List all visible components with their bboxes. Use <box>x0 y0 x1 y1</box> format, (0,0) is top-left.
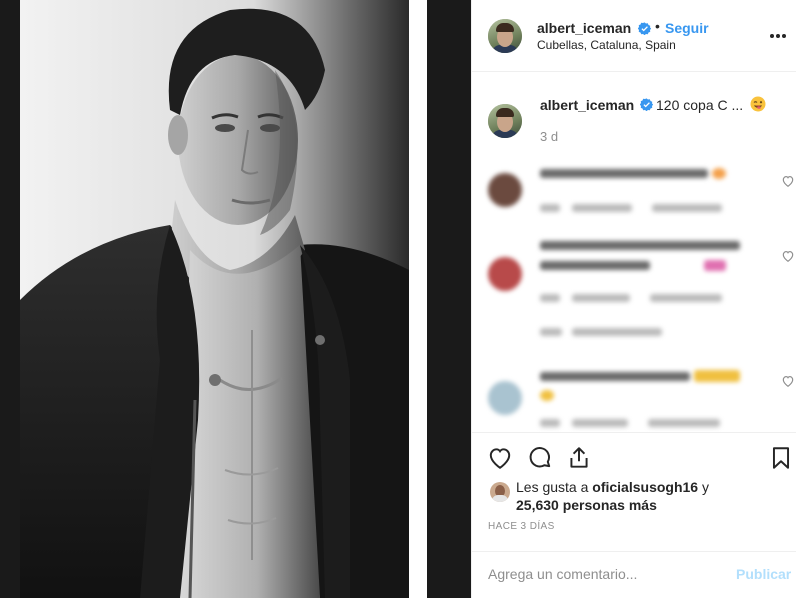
publish-button[interactable]: Publicar <box>736 566 791 582</box>
comment-like-heart-icon[interactable] <box>781 374 795 388</box>
likes-count[interactable]: 25,630 personas más <box>516 497 657 513</box>
share-icon[interactable] <box>566 445 592 471</box>
liker-avatar[interactable] <box>490 482 510 502</box>
verified-badge-icon <box>638 22 651 35</box>
likes-suffix: y <box>698 479 709 495</box>
caption-timestamp[interactable]: 3 d <box>540 129 558 144</box>
header-separator: • <box>655 18 660 34</box>
instagram-post-view: albert_iceman • Seguir Cubellas, Catalun… <box>0 0 796 598</box>
follow-button[interactable]: Seguir <box>665 20 709 36</box>
post-details-panel: albert_iceman • Seguir Cubellas, Catalun… <box>471 0 796 598</box>
likes-prefix: Les gusta a <box>516 479 593 495</box>
verified-badge-icon <box>640 98 653 111</box>
post-date[interactable]: HACE 3 DÍAS <box>488 521 555 532</box>
bookmark-icon[interactable] <box>768 445 794 471</box>
liker-username[interactable]: oficialsusogh16 <box>592 479 698 495</box>
post-photo-image <box>20 0 409 598</box>
author-avatar[interactable] <box>488 19 522 53</box>
overlay-backdrop-left[interactable] <box>0 0 20 598</box>
more-options-icon[interactable] <box>768 26 788 46</box>
caption-text: 120 copa C ... <box>656 97 744 113</box>
comment-input[interactable] <box>488 564 718 584</box>
overlay-backdrop-right[interactable] <box>427 0 471 598</box>
comment-icon[interactable] <box>527 445 553 471</box>
comment-like-heart-icon[interactable] <box>781 249 795 263</box>
post-header: albert_iceman • Seguir Cubellas, Catalun… <box>472 0 796 72</box>
caption-author-username[interactable]: albert_iceman <box>540 97 634 113</box>
comments-list[interactable] <box>472 155 796 445</box>
blurred-comments <box>472 155 796 445</box>
overlay-gap <box>409 0 427 598</box>
caption-author-avatar[interactable] <box>488 104 522 138</box>
winking-face-emoji <box>750 96 766 112</box>
likes-summary: Les gusta a oficialsusogh16 y <box>516 479 709 495</box>
author-username[interactable]: albert_iceman <box>537 20 631 36</box>
post-location[interactable]: Cubellas, Cataluna, Spain <box>537 38 676 52</box>
post-photo[interactable] <box>20 0 409 598</box>
heart-icon[interactable] <box>487 445 513 471</box>
post-actions <box>472 432 796 476</box>
comment-like-heart-icon[interactable] <box>781 174 795 188</box>
